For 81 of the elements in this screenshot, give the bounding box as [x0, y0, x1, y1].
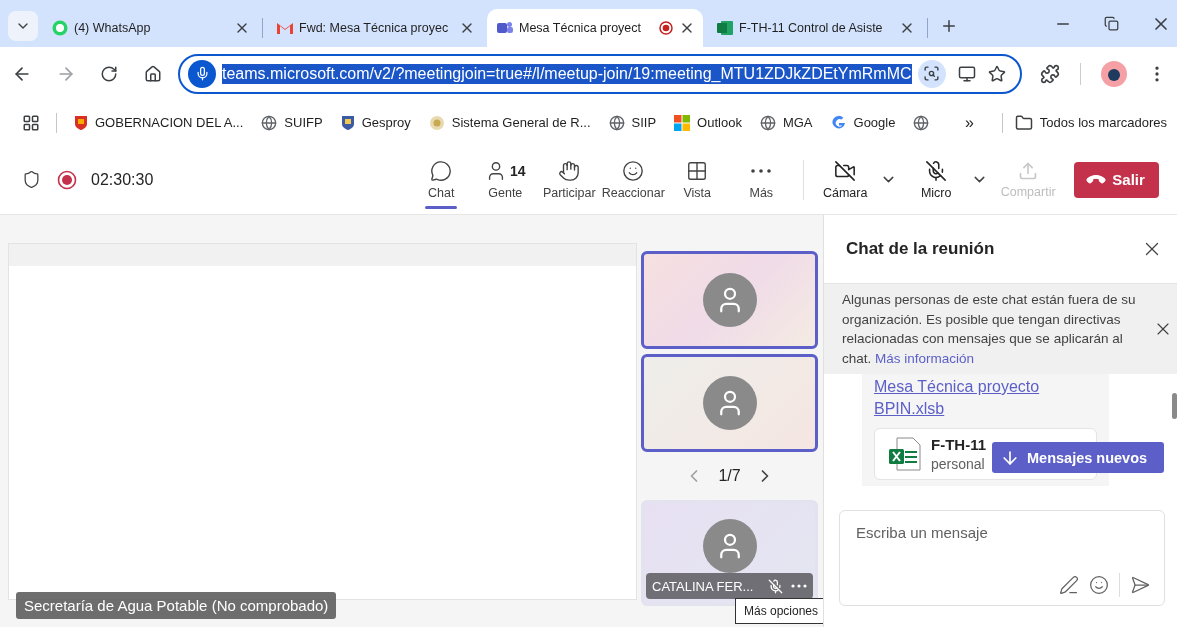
emoji-icon[interactable] [1089, 575, 1109, 595]
format-icon[interactable] [1059, 575, 1079, 595]
meeting-timer: 02:30:30 [91, 170, 154, 189]
globe-icon [759, 114, 776, 131]
avatar-icon [702, 376, 757, 430]
g-letter-icon [830, 114, 847, 131]
spreadsheet-icon [717, 20, 733, 36]
profile-avatar-icon[interactable] [1101, 60, 1127, 87]
crest-icon [74, 114, 88, 131]
toolbar-button[interactable]: Cámara [814, 148, 877, 211]
apps-icon[interactable] [22, 113, 40, 132]
browser-tab[interactable]: Mesa Técnica proyect [487, 9, 703, 47]
bookmark[interactable]: Google [821, 110, 905, 135]
lens-icon [923, 65, 941, 82]
bookmark-star-icon[interactable] [987, 64, 1006, 83]
mic-icon [194, 66, 210, 81]
browser-tab[interactable]: (4) WhatsApp [42, 9, 258, 47]
new-tab-icon[interactable] [940, 17, 958, 35]
shield-icon [22, 170, 41, 189]
more-info-link[interactable]: Más información [875, 350, 975, 366]
people-app-icon [497, 20, 513, 36]
restore-icon[interactable] [1104, 16, 1119, 31]
chat-icon [430, 159, 453, 182]
seal-icon [428, 114, 445, 131]
upload-icon [1018, 160, 1039, 181]
avatar-icon [702, 273, 757, 327]
browser-tab[interactable]: Fwd: Mesa Técnica proyec [267, 9, 483, 47]
spreadsheet-icon [889, 437, 921, 471]
share-button: Compartir [996, 148, 1061, 211]
smiley-icon [622, 159, 645, 182]
more-options-icon[interactable] [791, 584, 807, 588]
voice-search-button[interactable] [188, 59, 216, 88]
hand-icon [558, 159, 581, 182]
grid-icon [686, 159, 709, 182]
squares-icon [674, 114, 691, 131]
file-name: F-TH-11 [931, 436, 986, 453]
folder-icon [1014, 113, 1033, 132]
globe-icon [261, 114, 278, 131]
toolbar-button[interactable]: Más [729, 148, 794, 211]
notice-text: Algunas personas de este chat están fuera de su organización. Es posible que tengan directivas relacionadas con mensajes que se aplicarán al chat. Más información [842, 291, 1137, 368]
toolbar-button[interactable]: Vista [665, 148, 730, 211]
presenter-label: Secretaría de Agua Potable (No comprobado) [16, 592, 337, 619]
bookmark[interactable]: SUIFP [252, 110, 332, 135]
bookmark[interactable]: GOBERNACION DEL A... [65, 110, 253, 135]
home-icon[interactable] [144, 64, 162, 83]
chat-app-icon [52, 20, 68, 36]
bookmarks-overflow[interactable]: » [964, 113, 974, 132]
bookmark[interactable]: Gesproy [331, 110, 420, 135]
send-icon[interactable] [1130, 575, 1150, 595]
file-link[interactable]: Mesa Técnica proyecto BPIN.xlsb [874, 376, 1064, 420]
toolbar-button[interactable]: Micro [905, 148, 968, 211]
mic-off-icon [925, 159, 948, 182]
new-messages-toast[interactable]: Mensajes nuevos [992, 442, 1164, 473]
globe-icon [608, 114, 625, 131]
toolbar-button[interactable]: Chat [409, 148, 474, 211]
scrollbar-thumb[interactable] [1172, 393, 1177, 419]
shield-icon [340, 114, 355, 131]
bookmark[interactable]: Outlook [665, 110, 751, 135]
globe-icon [913, 114, 930, 131]
all-bookmarks[interactable]: Todos los marcadores [1014, 109, 1167, 136]
leave-button[interactable]: Salir [1074, 161, 1159, 198]
avatar-icon [702, 519, 757, 573]
chat-title: Chat de la reunión [846, 239, 995, 259]
bookmark[interactable]: MGA [750, 110, 822, 135]
page-indicator: 1/7 [718, 467, 741, 485]
browser-tab[interactable]: F-TH-11 Control de Asiste [707, 9, 923, 47]
extensions-icon[interactable] [1040, 63, 1060, 84]
bookmark[interactable]: Sistema General de R... [419, 110, 600, 135]
install-icon[interactable] [957, 64, 976, 83]
reload-icon[interactable] [100, 64, 118, 83]
lens-button[interactable] [917, 59, 946, 88]
camera-off-icon [834, 159, 857, 182]
participant-name: CATALINA FER... [652, 578, 755, 594]
more-icon [751, 168, 772, 173]
envelope-icon [277, 22, 293, 34]
file-meta: personal [931, 456, 986, 472]
toolbar-button[interactable]: Reaccionar [601, 148, 666, 211]
toolbar-button[interactable]: 14 Gente [473, 148, 538, 211]
address-bar[interactable]: teams.microsoft.com/v2/?meetingjoin=true#/l/meetup-join/19:meeting_MTU1ZDJkZDEtYmRmMC [178, 53, 1022, 94]
bookmark[interactable]: SIIP [599, 110, 666, 135]
toolbar-button[interactable]: Participar [537, 148, 602, 211]
